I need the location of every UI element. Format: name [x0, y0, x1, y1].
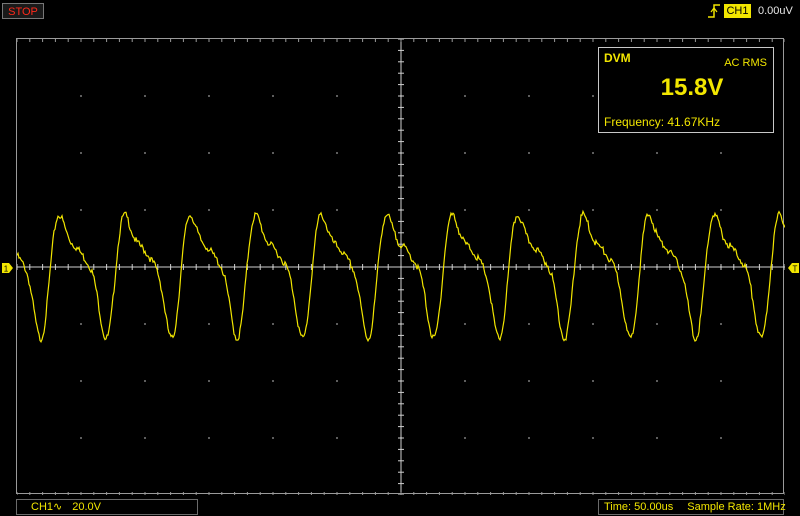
dvm-mode: AC RMS [724, 57, 767, 69]
rising-edge-icon [708, 4, 720, 18]
run-stop-button[interactable]: STOP [2, 3, 44, 19]
dvm-title: DVM [604, 51, 631, 65]
dvm-frequency: Frequency: 41.67KHz [604, 115, 721, 129]
sample-rate: Sample Rate: 1MHz [687, 501, 786, 513]
channel-ground-marker[interactable]: 1 [2, 263, 13, 273]
channel-marker-label: 1 [4, 265, 9, 274]
channel-scale-readout[interactable]: CH1∿ 20.0V [16, 499, 198, 515]
dvm-panel: DVM AC RMS 15.8V Frequency: 41.67KHz [598, 47, 774, 133]
time-per-div: Time: 50.00us [604, 501, 674, 513]
channel-label: CH1 [31, 501, 54, 513]
trigger-level-marker[interactable]: T [788, 263, 799, 273]
trigger-source-badge[interactable]: CH1 [724, 4, 751, 18]
channel-scale: 20.0V [72, 501, 101, 513]
dvm-value: 15.8V [660, 74, 724, 101]
ch1-waveform-trace [17, 209, 785, 343]
trigger-marker-label: T [793, 265, 798, 274]
top-status-bar: STOP CH1 0.00uV [0, 0, 800, 22]
ac-coupling-icon: ∿ [53, 501, 63, 513]
trigger-level-readout: 0.00uV [758, 5, 793, 17]
bottom-status-bar: CH1∿ 20.0V Time: 50.00us Sample Rate: 1MHz [0, 498, 800, 516]
timebase-readout[interactable]: Time: 50.00us Sample Rate: 1MHz [598, 499, 786, 515]
